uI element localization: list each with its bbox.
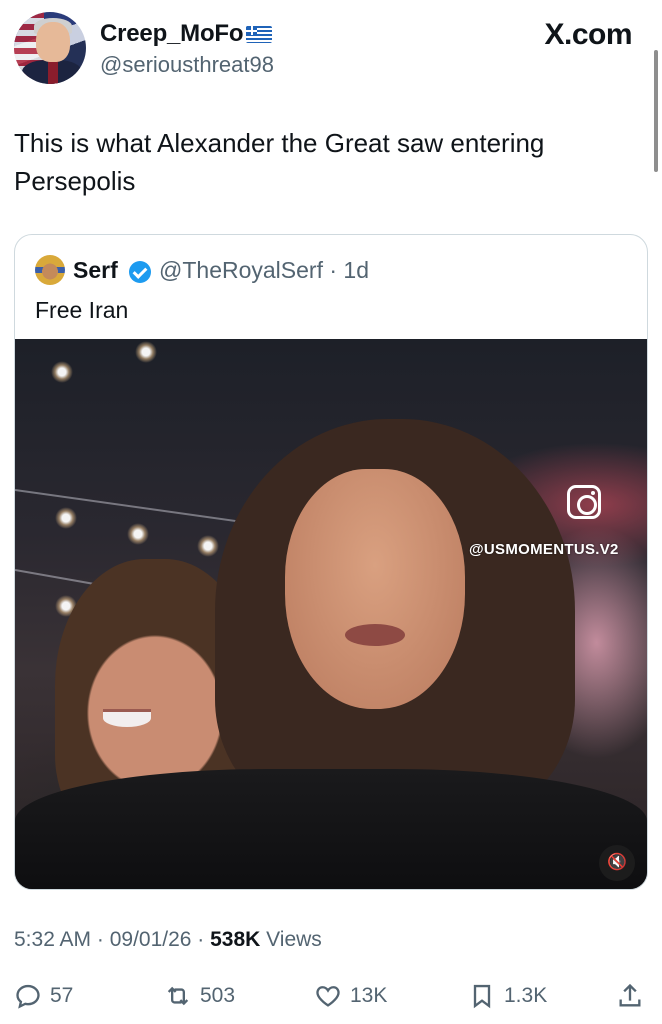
tweet-time-date[interactable]: 5:32 AM · 09/01/26 · (14, 928, 210, 951)
quoted-text: Free Iran (35, 297, 129, 323)
bookmark-count: 1.3K (504, 984, 548, 1007)
reply-count: 57 (50, 984, 74, 1007)
tweet-text: This is what Alexander the Great saw ent… (14, 128, 545, 196)
quoted-handle-time[interactable]: @TheRoyalSerf · 1d (159, 257, 369, 284)
tweet-header: Creep_MoFo @seriousthreat98 X.com (14, 12, 648, 86)
string-light (55, 507, 77, 529)
share-icon (619, 983, 641, 1007)
mute-icon: 🔇 (607, 854, 627, 871)
action-bar: 57 503 13K 1.3K (14, 978, 648, 1014)
avatar-face (36, 22, 70, 62)
person-main-mouth (345, 624, 405, 646)
person-left-smile (103, 709, 151, 727)
reply-button[interactable]: 57 (14, 978, 73, 1014)
like-button[interactable]: 13K (314, 978, 387, 1014)
video-watermark: @USMOMENTUS.V2 (469, 541, 619, 558)
person-main-face (285, 469, 465, 709)
views-count: 538K (210, 928, 261, 951)
string-light (127, 523, 149, 545)
heart-icon (316, 986, 340, 1007)
author-display-name[interactable]: Creep_MoFo (100, 20, 244, 48)
string-light (51, 361, 73, 383)
mute-button[interactable]: 🔇 (599, 845, 635, 881)
views-label: Views (260, 928, 322, 951)
site-logo: X.com (544, 18, 632, 51)
bookmark-icon (473, 984, 491, 1009)
repost-icon (167, 986, 189, 1006)
dark-clothing (15, 769, 647, 889)
instagram-icon (567, 485, 601, 519)
bookmark-button[interactable]: 1.3K (468, 978, 547, 1014)
greek-flag-icon (246, 26, 272, 43)
quoted-tweet-card[interactable]: Serf @TheRoyalSerf · 1d Free Iran @USMOM… (14, 234, 648, 890)
avatar-tie (48, 60, 58, 84)
quoted-author-name[interactable]: Serf (73, 257, 118, 284)
repost-count: 503 (200, 984, 236, 1007)
share-button[interactable] (616, 978, 644, 1014)
string-light (135, 341, 157, 363)
scrollbar[interactable] (654, 50, 658, 172)
string-light (197, 535, 219, 557)
author-handle[interactable]: @seriousthreat98 (100, 52, 274, 78)
verified-badge-icon (129, 261, 151, 283)
like-count: 13K (350, 984, 388, 1007)
reply-icon (16, 984, 40, 1009)
quoted-video[interactable]: @USMOMENTUS.V2 🔇 (15, 339, 647, 889)
author-avatar[interactable] (14, 12, 86, 84)
tweet-meta: 5:32 AM · 09/01/26 · 538K Views (14, 928, 322, 952)
quoted-author-avatar[interactable] (35, 255, 65, 285)
repost-button[interactable]: 503 (164, 978, 235, 1014)
